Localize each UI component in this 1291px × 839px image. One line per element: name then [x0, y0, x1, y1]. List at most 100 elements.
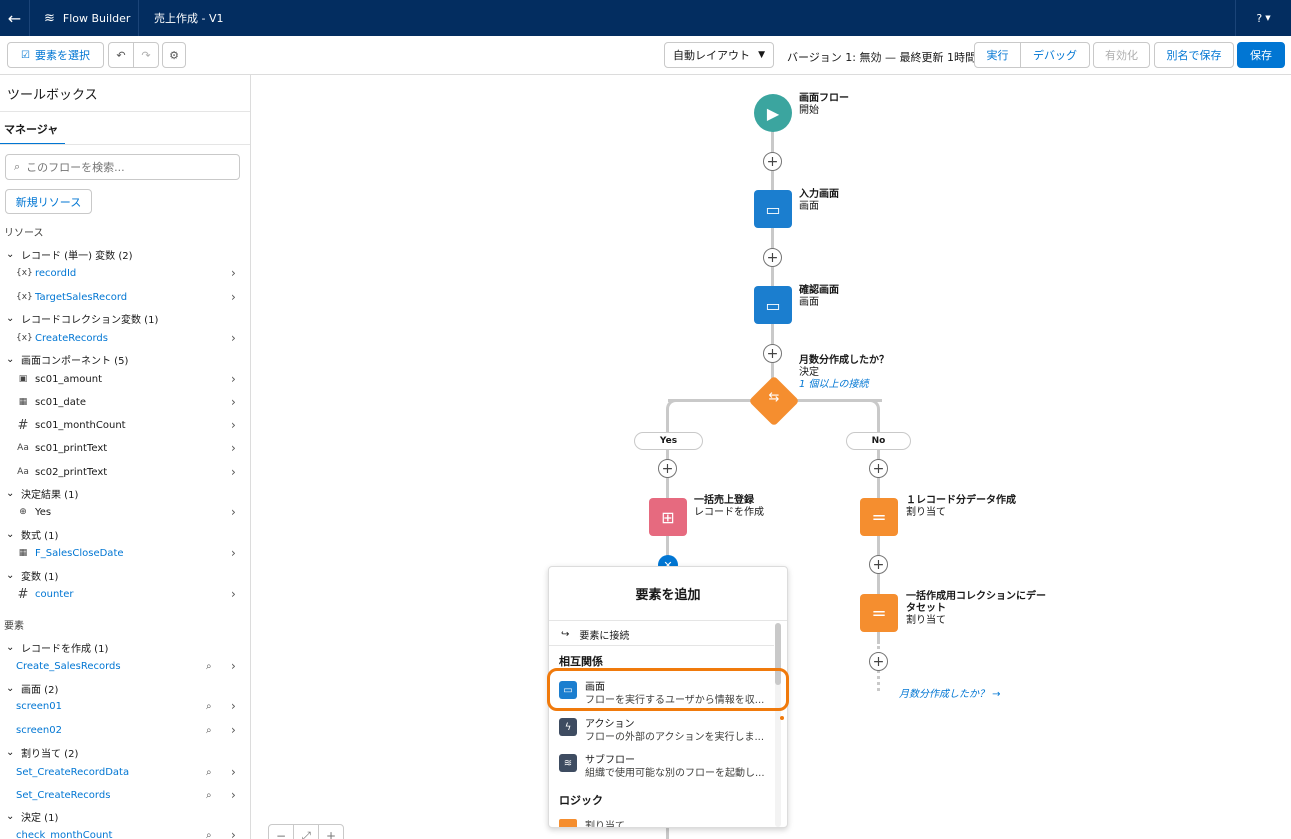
chevron-down-icon: ⌄: [6, 683, 15, 694]
group-decision-outcomes[interactable]: ⌄ 決定結果 (1): [6, 486, 78, 501]
run-button[interactable]: 実行: [974, 42, 1021, 68]
search-icon[interactable]: ⌕: [206, 830, 212, 839]
list-item[interactable]: ▦ sc01_date ›: [0, 393, 250, 411]
popover-item-action[interactable]: ϟ アクション フローの外部のアクションを実行しま...: [559, 715, 769, 749]
header-bar: ← ≋ Flow Builder 売上作成 - V1 ? ▼: [0, 0, 1291, 36]
add-element-button[interactable]: +: [658, 459, 677, 478]
yes-outcome-label: Yes: [634, 432, 703, 450]
save-button[interactable]: 保存: [1237, 42, 1285, 68]
add-element-button[interactable]: +: [763, 344, 782, 363]
list-item[interactable]: screen01 ⌕ ›: [0, 697, 250, 715]
toolbox-title: ツールボックス: [7, 88, 98, 103]
search-icon[interactable]: ⌕: [206, 725, 212, 736]
flow-canvas[interactable]: ▶ 画面フロー 開始 + ▭ 入力画面 画面 + ▭ 確認画面 画面 + ⇆ 月数分作…: [251, 75, 1291, 839]
add-element-button[interactable]: +: [763, 152, 782, 171]
list-item[interactable]: Create_SalesRecords ⌕ ›: [0, 657, 250, 675]
list-item[interactable]: # counter ›: [0, 585, 250, 603]
list-item[interactable]: {x} CreateRecords ›: [0, 329, 250, 347]
variable-icon: {x}: [16, 333, 33, 343]
group-formulas[interactable]: ⌄ 数式 (1): [6, 527, 58, 542]
popover-item-subflow[interactable]: ≋ サブフロー 組織で使用可能な別のフローを起動し...: [559, 751, 769, 785]
chevron-right-icon: ›: [231, 395, 236, 409]
group-decisions[interactable]: ⌄ 決定 (1): [6, 809, 58, 824]
fit-view-button[interactable]: ⤢: [294, 825, 319, 839]
list-item[interactable]: Set_CreateRecords ⌕ ›: [0, 786, 250, 804]
create-records-node[interactable]: ⊞: [649, 498, 687, 536]
list-item[interactable]: Aa sc02_printText ›: [0, 463, 250, 481]
decision-icon: ⇆: [768, 390, 780, 405]
list-item[interactable]: {x} recordId ›: [0, 264, 250, 282]
settings-button[interactable]: ⚙: [162, 42, 186, 68]
list-item[interactable]: Aa sc01_printText ›: [0, 439, 250, 457]
chevron-down-icon: ⌄: [6, 570, 15, 581]
start-label: 画面フロー 開始: [799, 93, 849, 116]
connect-to-element[interactable]: ↪ 要素に接続: [561, 627, 629, 642]
chevron-right-icon: ›: [231, 290, 236, 304]
chevron-right-icon: ›: [231, 723, 236, 737]
help-button[interactable]: ? ▼: [1235, 0, 1291, 36]
group-variables[interactable]: ⌄ 変数 (1): [6, 568, 58, 583]
subflow-icon: ≋: [559, 754, 577, 772]
group-assignments[interactable]: ⌄ 割り当て (2): [6, 745, 78, 760]
screen-node[interactable]: ▭: [754, 190, 792, 228]
list-item[interactable]: ⊕ Yes ›: [0, 503, 250, 521]
add-element-button[interactable]: +: [869, 555, 888, 574]
number-icon: #: [17, 586, 29, 602]
popover-item-assignment[interactable]: 割り当て: [585, 817, 625, 827]
list-item[interactable]: Set_CreateRecordData ⌕ ›: [0, 763, 250, 781]
add-element-button[interactable]: +: [869, 459, 888, 478]
search-icon[interactable]: ⌕: [206, 767, 212, 778]
undo-button[interactable]: ↶: [108, 42, 134, 68]
redo-button[interactable]: ↷: [133, 42, 159, 68]
variable-icon: {x}: [16, 268, 33, 278]
screen1-label: 入力画面 画面: [799, 189, 839, 212]
zoom-controls: − ⤢ +: [268, 824, 344, 839]
group-screens[interactable]: ⌄ 画面 (2): [6, 681, 58, 696]
layout-select[interactable]: 自動レイアウト ▼: [664, 42, 774, 68]
tab-manager[interactable]: マネージャ: [4, 121, 58, 143]
add-element-button[interactable]: +: [763, 248, 782, 267]
chevron-down-icon: ▼: [1265, 14, 1271, 22]
list-item[interactable]: # sc01_monthCount ›: [0, 416, 250, 434]
zoom-in-button[interactable]: +: [319, 825, 343, 839]
search-input[interactable]: ⌕ このフローを検索...: [5, 154, 240, 180]
debug-button[interactable]: デバッグ: [1020, 42, 1090, 68]
search-icon[interactable]: ⌕: [206, 790, 212, 801]
connections-link[interactable]: 1 個以上の接続: [799, 379, 869, 390]
variable-icon: {x}: [16, 292, 33, 302]
zoom-out-button[interactable]: −: [269, 825, 294, 839]
number-icon: #: [17, 417, 29, 433]
assignment-node[interactable]: =: [860, 498, 898, 536]
select-elements-button[interactable]: ☑ 要素を選択: [7, 42, 104, 68]
group-record-vars[interactable]: ⌄ レコード (単一) 変数 (2): [6, 247, 133, 262]
chevron-right-icon: ›: [231, 659, 236, 673]
list-item[interactable]: screen02 ⌕ ›: [0, 721, 250, 739]
assignment-icon: =: [871, 506, 887, 528]
search-icon[interactable]: ⌕: [206, 701, 212, 712]
save-as-button[interactable]: 別名で保存: [1154, 42, 1234, 68]
chevron-right-icon: ›: [231, 465, 236, 479]
group-collection-vars[interactable]: ⌄ レコードコレクション変数 (1): [6, 311, 158, 326]
list-item[interactable]: {x} TargetSalesRecord ›: [0, 288, 250, 306]
list-item[interactable]: ▦ F_SalesCloseDate ›: [0, 544, 250, 562]
start-node[interactable]: ▶: [754, 94, 792, 132]
list-item[interactable]: check_monthCount ⌕ ›: [0, 826, 250, 839]
chevron-down-icon: ⌄: [6, 747, 15, 758]
activate-button[interactable]: 有効化: [1093, 42, 1150, 68]
no-outcome-label: No: [846, 432, 911, 450]
group-screen-components[interactable]: ⌄ 画面コンポーネント (5): [6, 352, 128, 367]
search-icon: ⌕: [14, 160, 21, 173]
new-resource-button[interactable]: 新規リソース: [5, 189, 92, 214]
add-element-button[interactable]: +: [869, 652, 888, 671]
list-item[interactable]: ▣ sc01_amount ›: [0, 370, 250, 388]
back-button[interactable]: ←: [0, 0, 30, 36]
screen-node[interactable]: ▭: [754, 286, 792, 324]
select-icon: ☑: [21, 49, 30, 61]
flow-title: 売上作成 - V1: [154, 12, 224, 25]
assign1-label: １レコード分データ作成 割り当て: [906, 495, 1016, 518]
currency-icon: ▣: [18, 374, 28, 384]
assignment-node[interactable]: =: [860, 594, 898, 632]
group-create-records[interactable]: ⌄ レコードを作成 (1): [6, 640, 108, 655]
goto-link[interactable]: 月数分作成したか？ →: [899, 685, 1001, 700]
search-icon[interactable]: ⌕: [206, 661, 212, 672]
